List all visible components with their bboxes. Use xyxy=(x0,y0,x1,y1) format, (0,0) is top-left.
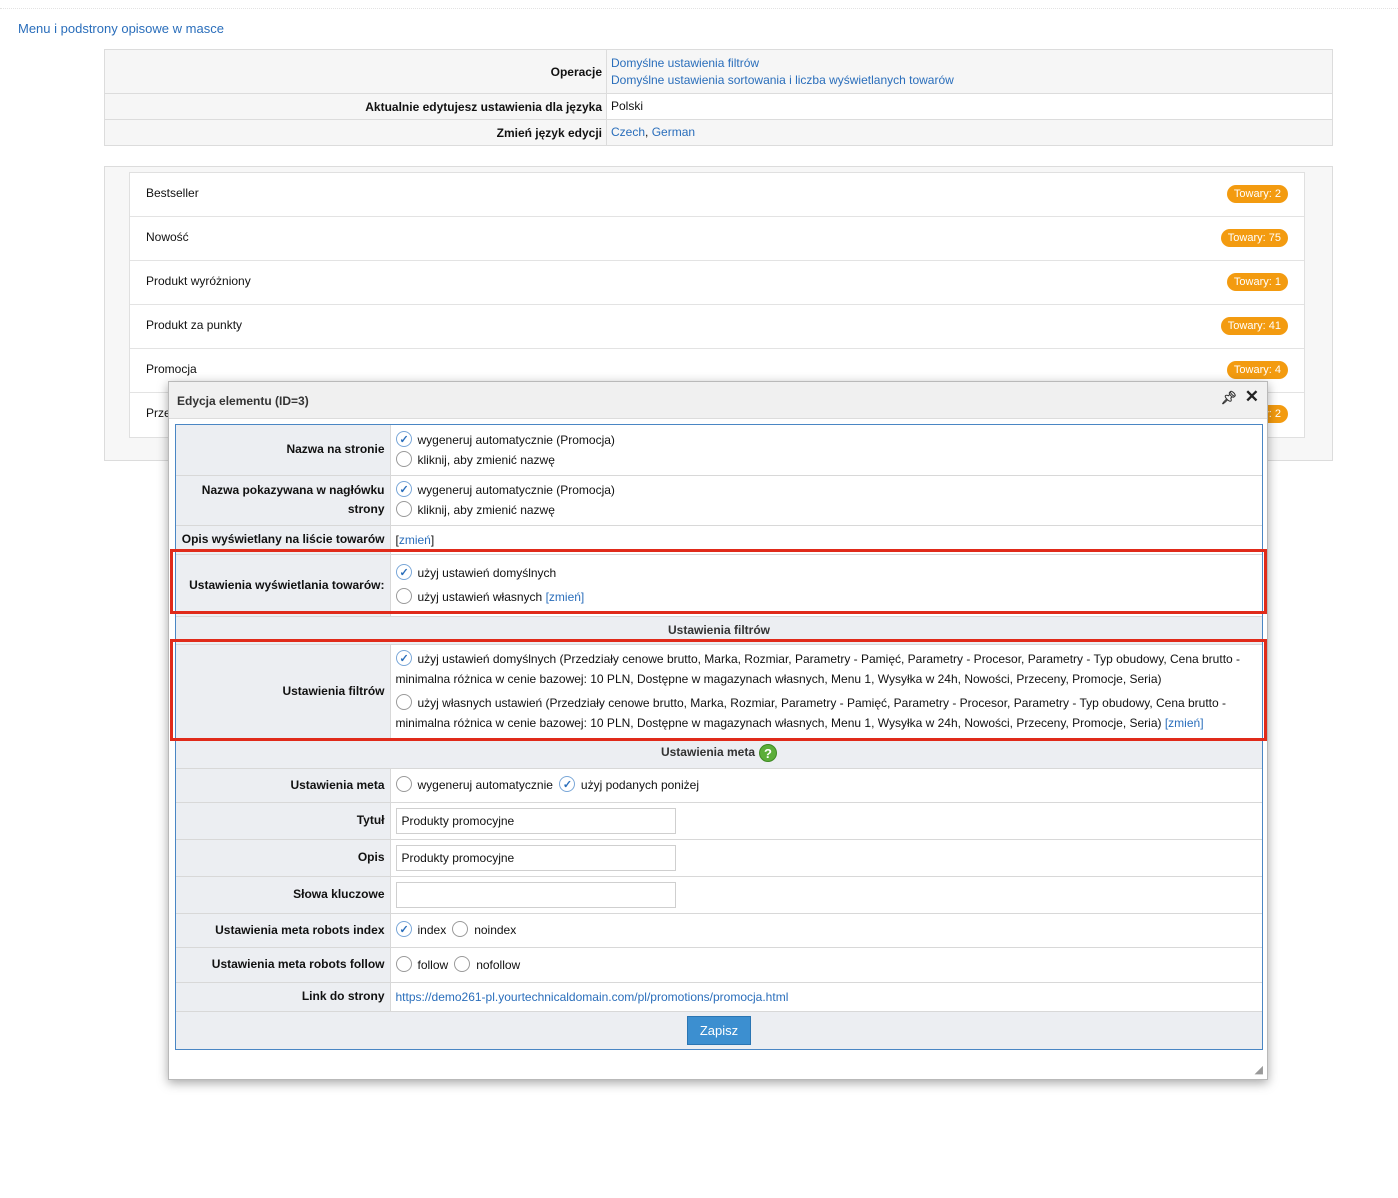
close-icon[interactable]: ✕ xyxy=(1245,387,1259,407)
change-language-label: Zmień język edycji xyxy=(104,119,607,146)
help-icon[interactable]: ? xyxy=(759,744,778,762)
header-name-label: Nazwa pokazywana w nagłówku strony xyxy=(176,475,390,526)
display-custom-label: użyj ustawień własnych xyxy=(417,590,543,604)
header-name-custom-label: kliknij, aby zmienić nazwę xyxy=(417,503,555,517)
name-custom-label: kliknij, aby zmienić nazwę xyxy=(417,452,555,467)
default-filters-link[interactable]: Domyślne ustawienia filtrów xyxy=(611,56,759,70)
dialog-title: Edycja elementu (ID=3) xyxy=(177,394,309,408)
index-label: index xyxy=(417,923,447,937)
operations-label: Operacje xyxy=(104,49,607,94)
count-badge: Towary: 1 xyxy=(1226,273,1288,291)
noindex-label: noindex xyxy=(474,923,517,937)
follow-label: follow xyxy=(417,957,449,972)
keywords-input[interactable] xyxy=(395,881,676,908)
keywords-label: Słowa kluczowe xyxy=(176,876,390,914)
description-label: Opis wyświetlany na liście towarów xyxy=(176,525,390,555)
display-change-link[interactable]: [zmień] xyxy=(546,587,585,607)
top-divider xyxy=(0,8,1398,9)
save-button[interactable]: Zapisz xyxy=(686,1015,752,1045)
list-item[interactable]: Nowość Towary: 75 xyxy=(130,217,1304,261)
filters-label: Ustawienia filtrów xyxy=(176,644,390,739)
meta-auto-label: wygeneruj automatycznie xyxy=(417,778,553,792)
robots-follow-label: Ustawienia meta robots follow xyxy=(176,947,390,983)
filters-change-link[interactable]: [zmień] xyxy=(1165,716,1204,730)
list-item-name: Bestseller xyxy=(146,186,199,200)
count-badge: Towary: 75 xyxy=(1220,229,1288,247)
edit-form: Nazwa na stronie wygeneruj automatycznie… xyxy=(175,424,1263,1050)
meta-custom-radio[interactable] xyxy=(558,775,575,795)
bracket-close: ] xyxy=(430,532,435,547)
count-badge: Towary: 2 xyxy=(1226,185,1288,203)
dialog-header[interactable]: Edycja elementu (ID=3) 📌︎ ✕ xyxy=(169,382,1267,419)
list-item[interactable]: Bestseller Towary: 2 xyxy=(130,173,1304,217)
filters-section-header: Ustawienia filtrów xyxy=(176,616,1262,645)
name-auto-radio[interactable] xyxy=(395,430,412,450)
noindex-radio[interactable] xyxy=(452,921,469,937)
breadcrumb-link[interactable]: Menu i podstrony opisowe w masce xyxy=(18,21,224,36)
filters-default-radio[interactable] xyxy=(395,649,412,669)
list-item-name: Produkt za punkty xyxy=(146,318,243,332)
name-custom-radio[interactable] xyxy=(395,450,412,467)
name-auto-label: wygeneruj automatycznie (Promocja) xyxy=(417,432,615,447)
default-sorting-link[interactable]: Domyślne ustawienia sortowania i liczba … xyxy=(611,73,954,87)
current-language-value: Polski xyxy=(606,93,1333,120)
pin-icon[interactable]: 📌︎ xyxy=(1220,390,1237,406)
list-item-name: Promocja xyxy=(146,362,197,376)
language-separator: , xyxy=(645,125,652,139)
edit-element-dialog: Edycja elementu (ID=3) 📌︎ ✕ Nazwa na str… xyxy=(168,381,1268,1080)
index-radio[interactable] xyxy=(395,920,412,940)
robots-index-label: Ustawienia meta robots index xyxy=(176,913,390,948)
meta-section-header: Ustawienia meta xyxy=(660,745,756,760)
display-default-label: użyj ustawień domyślnych xyxy=(417,566,557,580)
list-item-name: Produkt wyróżniony xyxy=(146,274,251,288)
follow-radio[interactable] xyxy=(395,955,412,972)
language-link-german[interactable]: German xyxy=(652,125,695,139)
display-default-radio[interactable] xyxy=(395,563,412,583)
description-change-link[interactable]: zmień xyxy=(399,533,431,547)
count-badge: Towary: 41 xyxy=(1220,317,1288,335)
meta-settings-label: Ustawienia meta xyxy=(176,768,390,803)
list-item-name: Nowość xyxy=(146,230,189,244)
meta-description-input[interactable] xyxy=(395,844,676,871)
header-name-auto-label: wygeneruj automatycznie (Promocja) xyxy=(417,483,615,497)
meta-description-label: Opis xyxy=(176,839,390,877)
filters-custom-label: użyj własnych ustawień (Przedziały cenow… xyxy=(395,696,1227,730)
header-name-custom-radio[interactable] xyxy=(395,501,412,517)
display-settings-label: Ustawienia wyświetlania towarów: xyxy=(176,554,390,617)
current-language-label: Aktualnie edytujesz ustawienia dla język… xyxy=(104,93,607,120)
meta-custom-label: użyj podanych poniżej xyxy=(580,778,699,792)
count-badge: Towary: 4 xyxy=(1226,361,1288,379)
name-on-page-label: Nazwa na stronie xyxy=(176,425,390,476)
list-item[interactable]: Produkt za punkty Towary: 41 xyxy=(130,305,1304,349)
title-label: Tytuł xyxy=(176,802,390,840)
header-name-auto-radio[interactable] xyxy=(395,480,412,500)
title-input[interactable] xyxy=(395,807,676,834)
display-custom-radio[interactable] xyxy=(395,588,412,604)
info-table: Operacje Domyślne ustawienia filtrów Dom… xyxy=(104,49,1333,146)
nofollow-label: nofollow xyxy=(476,957,521,972)
operations-links: Domyślne ustawienia filtrów Domyślne ust… xyxy=(606,49,1333,94)
page-link-label: Link do strony xyxy=(176,982,390,1012)
filters-default-label: użyj ustawień domyślnych (Przedziały cen… xyxy=(395,652,1241,686)
language-link-czech[interactable]: Czech xyxy=(611,125,645,139)
nofollow-radio[interactable] xyxy=(454,955,471,972)
change-language-links: Czech, German xyxy=(606,119,1333,146)
page-url-link[interactable]: https://demo261-pl.yourtechnicaldomain.c… xyxy=(396,990,789,1004)
list-item[interactable]: Produkt wyróżniony Towary: 1 xyxy=(130,261,1304,305)
filters-custom-radio[interactable] xyxy=(395,694,412,710)
meta-auto-radio[interactable] xyxy=(395,776,412,792)
resize-handle-icon[interactable]: ◢ xyxy=(1255,1063,1263,1076)
